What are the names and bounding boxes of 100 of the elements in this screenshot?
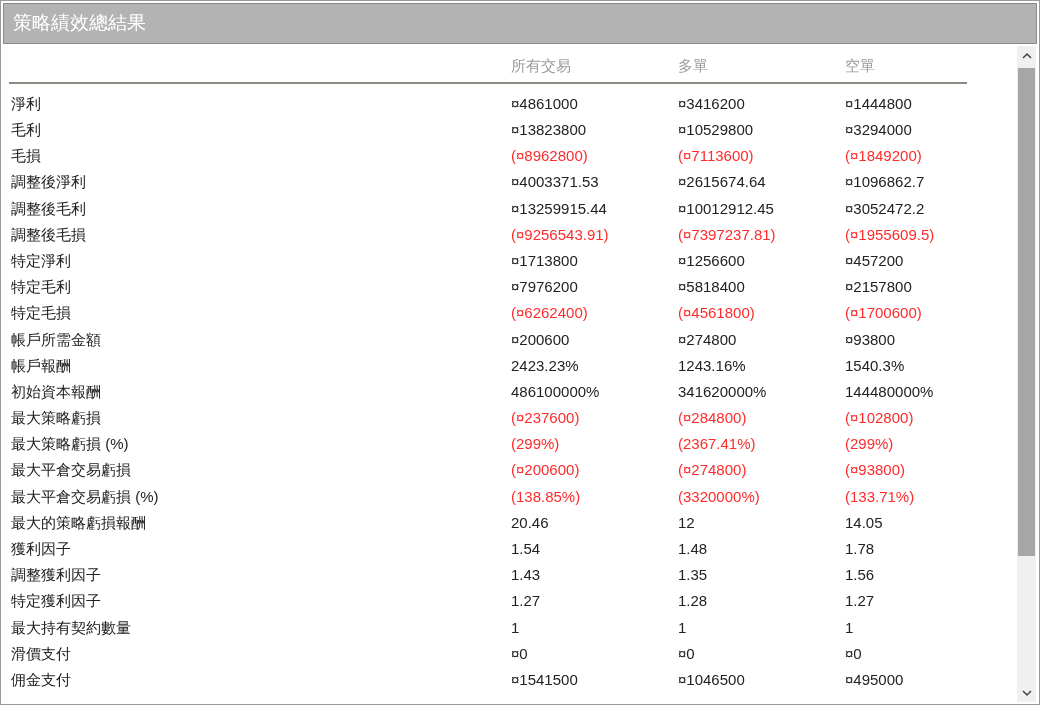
- column-header: 所有交易: [511, 57, 571, 74]
- table-cell: ¤3416200: [678, 94, 745, 112]
- table-cell: ¤93800: [845, 330, 896, 348]
- table-cell: 1.56: [845, 566, 875, 584]
- table-cell: (¤284800): [678, 409, 747, 427]
- row-label: 獲利因子: [11, 540, 71, 558]
- table-cell: ¤3052472.2: [845, 199, 925, 217]
- column-header: 多單: [678, 57, 708, 74]
- table-cell: ¤1096862.7: [845, 173, 925, 191]
- table-cell: ¤2615674.64: [678, 173, 766, 191]
- table-cell: (299%): [511, 435, 560, 453]
- window-title: 策略績效總結果: [3, 3, 1037, 44]
- row-label: 淨利: [11, 94, 41, 112]
- chevron-down-icon[interactable]: [1021, 689, 1032, 697]
- row-label: 毛損: [11, 147, 41, 165]
- table-cell: 1.27: [511, 592, 541, 610]
- scrollbar[interactable]: [1017, 46, 1036, 702]
- table-cell: 20.46: [511, 513, 549, 531]
- table-cell: 1.48: [678, 540, 708, 558]
- table-cell: 1: [845, 618, 854, 636]
- row-label: 滑價支付: [11, 644, 71, 662]
- row-label: 最大平倉交易虧損 (%): [11, 487, 159, 505]
- table-cell: ¤4003371.53: [511, 173, 599, 191]
- table-cell: (¤6262400): [511, 304, 588, 322]
- table-cell: ¤274800: [678, 330, 737, 348]
- table-cell: (¤4561800): [678, 304, 755, 322]
- table-cell: ¤5818400: [678, 278, 745, 296]
- row-label: 特定毛損: [11, 304, 71, 322]
- scrollbar-thumb[interactable]: [1018, 68, 1035, 556]
- table-cell: 1.54: [511, 540, 541, 558]
- table-cell: 1.43: [511, 566, 541, 584]
- table-cell: ¤457200: [845, 251, 904, 269]
- table-cell: (¤237600): [511, 409, 580, 427]
- table-cell: (¤1849200): [845, 147, 922, 165]
- row-label: 最大策略虧損: [11, 409, 101, 427]
- table-cell: (¤7113600): [678, 147, 754, 165]
- column-header: 空單: [845, 57, 875, 74]
- table-cell: ¤0: [678, 644, 695, 662]
- row-label: 最大平倉交易虧損: [11, 461, 131, 479]
- table-cell: ¤200600: [511, 330, 570, 348]
- table-cell: ¤0: [845, 644, 862, 662]
- table-cell: 12: [678, 513, 695, 531]
- table-cell: (¤1700600): [845, 304, 922, 322]
- table-cell: ¤10012912.45: [678, 199, 774, 217]
- table-cell: (¤1955609.5): [845, 225, 935, 243]
- table-cell: 144480000%: [845, 382, 934, 400]
- table-cell: (299%): [845, 435, 894, 453]
- row-label: 帳戶所需金額: [11, 330, 101, 348]
- table-cell: 486100000%: [511, 382, 600, 400]
- row-label: 毛利: [11, 121, 41, 139]
- row-label: 最大策略虧損 (%): [11, 435, 129, 453]
- table-cell: ¤1713800: [511, 251, 578, 269]
- table-cell: ¤495000: [845, 670, 904, 688]
- table-cell: ¤1046500: [678, 670, 745, 688]
- table-cell: (¤7397237.81): [678, 225, 776, 243]
- table-cell: 1: [511, 618, 520, 636]
- table-cell: ¤2157800: [845, 278, 912, 296]
- table-cell: 1: [678, 618, 687, 636]
- table-cell: (133.71%): [845, 487, 915, 505]
- table-cell: 1.28: [678, 592, 708, 610]
- row-label: 特定獲利因子: [11, 592, 101, 610]
- table-cell: ¤13259915.44: [511, 199, 607, 217]
- chevron-up-icon[interactable]: [1021, 52, 1032, 60]
- table-cell: (¤200600): [511, 461, 580, 479]
- table-cell: ¤7976200: [511, 278, 578, 296]
- table-cell: (¤102800): [845, 409, 914, 427]
- table-cell: (3320000%): [678, 487, 760, 505]
- row-label: 調整後毛損: [11, 225, 86, 243]
- row-label: 最大的策略虧損報酬: [11, 513, 146, 531]
- row-label: 特定淨利: [11, 251, 71, 269]
- table-cell: ¤3294000: [845, 121, 912, 139]
- row-label: 最大持有契約數量: [11, 618, 131, 636]
- table-cell: 1540.3%: [845, 356, 905, 374]
- table-cell: ¤4861000: [511, 94, 578, 112]
- table-cell: ¤0: [511, 644, 528, 662]
- table-cell: 2423.23%: [511, 356, 579, 374]
- table-cell: (2367.41%): [678, 435, 756, 453]
- table-cell: (¤9256543.91): [511, 225, 609, 243]
- table-cell: (138.85%): [511, 487, 581, 505]
- table-cell: 1.78: [845, 540, 875, 558]
- table-cell: 14.05: [845, 513, 883, 531]
- row-label: 帳戶報酬: [11, 356, 71, 374]
- table-cell: 1243.16%: [678, 356, 746, 374]
- table-cell: ¤1256600: [678, 251, 745, 269]
- table-cell: ¤10529800: [678, 121, 754, 139]
- table-cell: 1.27: [845, 592, 875, 610]
- table-cell: ¤1444800: [845, 94, 912, 112]
- row-label: 調整獲利因子: [11, 566, 101, 584]
- row-label: 初始資本報酬: [11, 382, 101, 400]
- row-label: 調整後毛利: [11, 199, 86, 217]
- table-cell: 341620000%: [678, 382, 767, 400]
- row-label: 調整後淨利: [11, 173, 86, 191]
- table-cell: 1.35: [678, 566, 708, 584]
- table-cell: ¤13823800: [511, 121, 587, 139]
- row-label: 特定毛利: [11, 278, 71, 296]
- table-cell: (¤274800): [678, 461, 747, 479]
- row-label: 佣金支付: [11, 670, 71, 688]
- table-cell: ¤1541500: [511, 670, 578, 688]
- table-cell: (¤93800): [845, 461, 906, 479]
- table-cell: (¤8962800): [511, 147, 588, 165]
